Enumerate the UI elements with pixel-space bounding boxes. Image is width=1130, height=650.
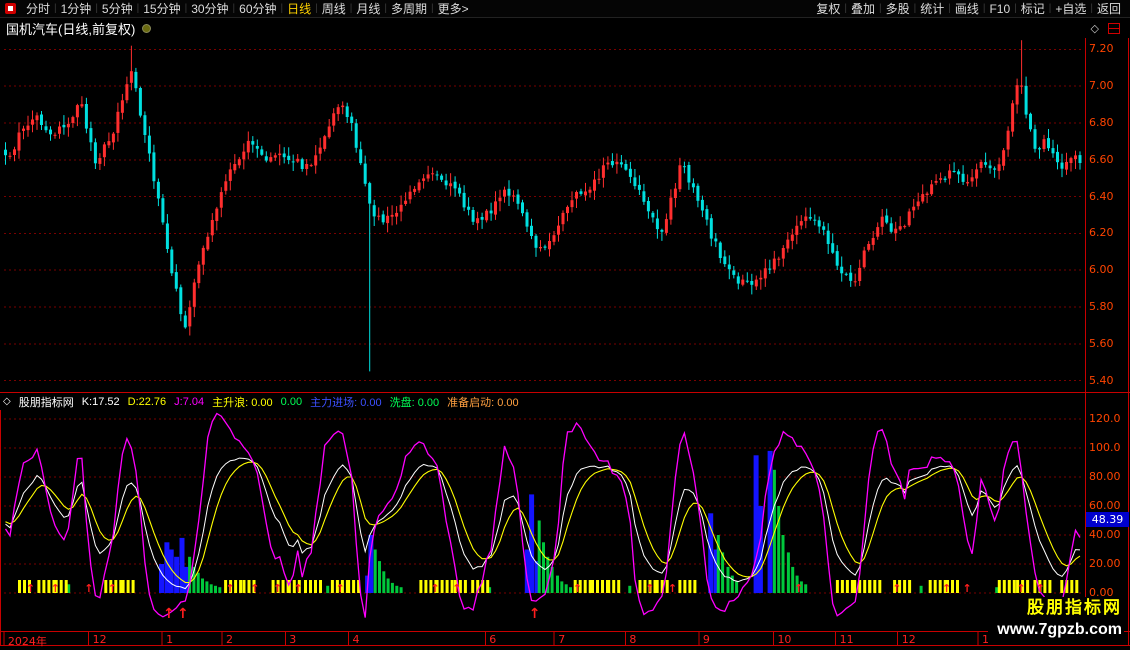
svg-text:↑: ↑ [84, 582, 93, 595]
main-price-tick: 7.20 [1089, 42, 1129, 55]
indicator-header-field-0: 股朋指标网 [19, 394, 74, 410]
tool-menu-item-4[interactable]: 画线 [951, 0, 983, 17]
chart-canvas[interactable]: ↑↑↑↑↑↑↑↑↑↑↑↑↑↑↑↑↑↑↑↑↑↑↑ [0, 0, 1130, 650]
main-price-tick: 5.80 [1089, 300, 1129, 313]
period-menu-item-7[interactable]: 周线 [318, 0, 350, 17]
period-menu-item-4[interactable]: 30分钟 [187, 0, 232, 17]
tool-menu-item-5[interactable]: F10 [985, 2, 1014, 16]
svg-text:↑: ↑ [273, 582, 282, 595]
period-menu-item-10[interactable]: 更多> [434, 0, 473, 17]
title-bar: 国机汽车(日线,前复权) ◇ [0, 18, 1130, 38]
status-dot-icon [142, 24, 151, 33]
timeline-label: 10 [777, 633, 791, 646]
timeline-label: 4 [353, 633, 360, 646]
svg-text:↑: ↑ [1016, 582, 1025, 595]
indicator-value-tick: 60.00 [1089, 499, 1129, 512]
main-price-tick: 6.20 [1089, 226, 1129, 239]
indicator-header-field-5: 0.00 [281, 396, 302, 408]
timeline-label: 2024年 [8, 633, 47, 649]
tool-menu-item-3[interactable]: 统计 [916, 0, 948, 17]
indicator-diamond-icon: ◇ [3, 396, 11, 407]
main-price-tick: 6.00 [1089, 263, 1129, 276]
period-menu-item-3[interactable]: 15分钟 [139, 0, 184, 17]
svg-text:↑: ↑ [336, 582, 345, 595]
main-price-tick: 6.80 [1089, 116, 1129, 129]
indicator-header-field-1: K:17.52 [82, 396, 120, 408]
period-menu-item-9[interactable]: 多周期 [387, 0, 431, 17]
indicator-header-field-3: J:7.04 [174, 396, 204, 408]
tool-menu-item-0[interactable]: 复权 [812, 0, 844, 17]
tool-menu-item-2[interactable]: 多股 [882, 0, 914, 17]
indicator-header-field-6: 主力进场: 0.00 [310, 394, 382, 410]
period-menu-item-8[interactable]: 月线 [352, 0, 384, 17]
indicator-value-tick: 80.00 [1089, 470, 1129, 483]
diamond-icon[interactable]: ◇ [1091, 22, 1099, 35]
svg-text:↑: ↑ [163, 606, 175, 622]
timeline-label: 9 [703, 633, 710, 646]
svg-text:↑: ↑ [51, 582, 60, 595]
tool-menu-item-7[interactable]: +自选 [1051, 0, 1090, 17]
svg-text:↑: ↑ [963, 582, 972, 595]
tool-menu-item-8[interactable]: 返回 [1093, 0, 1125, 17]
period-menu-item-0[interactable]: 分时 [22, 0, 54, 17]
svg-text:↑: ↑ [529, 606, 541, 622]
main-price-tick: 7.00 [1089, 79, 1129, 92]
period-menu-item-2[interactable]: 5分钟 [98, 0, 137, 17]
timeline-label: 3 [289, 633, 296, 646]
svg-text:↑: ↑ [942, 582, 951, 595]
svg-text:↑: ↑ [452, 582, 461, 595]
indicator-header: ◇ 股朋指标网 K:17.52 D:22.76 J:7.04 主升浪: 0.00 0.00… [0, 393, 519, 410]
svg-text:↑: ↑ [892, 582, 901, 595]
watermark-site-url: www.7gpzb.com [988, 619, 1122, 641]
svg-text:↑: ↑ [177, 606, 189, 622]
watermark-site-name: 股朋指标网 [988, 597, 1122, 619]
period-menu-item-5[interactable]: 60分钟 [235, 0, 280, 17]
timeline-label: 7 [558, 633, 565, 646]
svg-text:↑: ↑ [26, 582, 35, 595]
indicator-value-tick: 20.00 [1089, 557, 1129, 570]
main-price-tick: 5.40 [1089, 374, 1129, 387]
panel-toggle-icon[interactable] [1108, 23, 1120, 34]
svg-text:↑: ↑ [431, 582, 440, 595]
indicator-value-tick: 120.0 [1089, 412, 1129, 425]
timeline-label: 6 [489, 633, 496, 646]
tool-menu: 复权|叠加|多股|统计|画线|F10|标记|+自选|返回 [812, 0, 1125, 17]
svg-text:↑: ↑ [1036, 582, 1045, 595]
timeline-label: 8 [629, 633, 636, 646]
svg-text:↑: ↑ [226, 582, 235, 595]
tool-menu-item-1[interactable]: 叠加 [847, 0, 879, 17]
indicator-header-field-2: D:22.76 [128, 396, 167, 408]
svg-text:↑: ↑ [573, 582, 582, 595]
svg-text:↑: ↑ [794, 582, 803, 595]
indicator-value-marker: 48.39 [1086, 512, 1129, 527]
main-price-tick: 5.60 [1089, 337, 1129, 350]
top-menu-bar: 分时|1分钟|5分钟|15分钟|30分钟|60分钟|日线|周线|月线|多周期|更… [0, 0, 1130, 18]
main-price-tick: 6.40 [1089, 190, 1129, 203]
stock-title: 国机汽车(日线,前复权) [6, 19, 135, 38]
indicator-header-field-4: 主升浪: 0.00 [212, 394, 273, 410]
svg-text:↑: ↑ [108, 582, 117, 595]
timeline-label: 12 [902, 633, 916, 646]
indicator-value-tick: 100.0 [1089, 441, 1129, 454]
tool-menu-item-6[interactable]: 标记 [1017, 0, 1049, 17]
app-icon [5, 3, 16, 14]
indicator-header-field-8: 准备启动: 0.00 [447, 394, 519, 410]
svg-text:↑: ↑ [645, 582, 654, 595]
main-price-tick: 6.60 [1089, 153, 1129, 166]
indicator-header-field-7: 洗盘: 0.00 [390, 394, 440, 410]
timeline-label: 2 [226, 633, 233, 646]
timeline-label: 1 [166, 633, 173, 646]
svg-text:↑: ↑ [250, 582, 259, 595]
period-menu: 分时|1分钟|5分钟|15分钟|30分钟|60分钟|日线|周线|月线|多周期|更… [22, 0, 473, 17]
svg-text:↑: ↑ [668, 582, 677, 595]
period-menu-item-1[interactable]: 1分钟 [57, 0, 96, 17]
timeline-label: 11 [840, 633, 854, 646]
svg-text:↑: ↑ [294, 582, 303, 595]
indicator-value-tick: 40.00 [1089, 528, 1129, 541]
timeline-label: 12 [93, 633, 107, 646]
period-menu-item-6[interactable]: 日线 [283, 0, 315, 17]
watermark: 股朋指标网 www.7gpzb.com [988, 597, 1124, 645]
